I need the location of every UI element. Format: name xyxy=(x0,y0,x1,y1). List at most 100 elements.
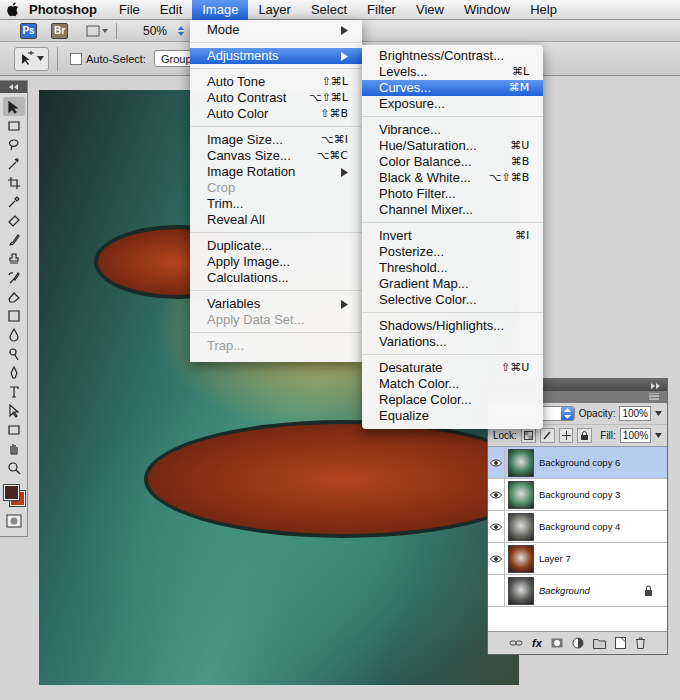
menu-item[interactable]: Match Color... xyxy=(362,376,543,392)
layer-row[interactable]: Background copy 3 xyxy=(488,479,667,511)
tool-button[interactable] xyxy=(3,363,25,382)
menu-bar-item[interactable]: File xyxy=(109,0,150,20)
menu-bar-item[interactable]: Window xyxy=(454,0,520,20)
menu-item[interactable]: Adjustments xyxy=(190,48,362,64)
menu-bar-item[interactable]: View xyxy=(406,0,454,20)
lock-option[interactable] xyxy=(540,428,555,443)
menu-item[interactable]: Desaturate ⇧⌘U xyxy=(362,360,543,376)
app-badge[interactable]: Ps xyxy=(20,23,37,39)
layer-row[interactable]: Background copy 4 xyxy=(488,511,667,543)
visibility-toggle[interactable] xyxy=(488,543,505,574)
tool-button[interactable] xyxy=(3,116,25,135)
menu-item[interactable]: Mode xyxy=(190,22,362,38)
color-swatches[interactable] xyxy=(2,483,26,507)
menu-item[interactable]: Variations... xyxy=(362,334,543,350)
menu-item[interactable]: Vibrance... xyxy=(362,122,543,138)
tool-button[interactable] xyxy=(3,325,25,344)
menu-item[interactable]: Reveal All xyxy=(190,212,362,228)
visibility-toggle[interactable] xyxy=(488,479,505,510)
menu-item[interactable]: Levels... ⌘L xyxy=(362,64,543,80)
menu-item[interactable]: Image Rotation xyxy=(190,164,362,180)
foreground-color[interactable] xyxy=(4,485,19,500)
tool-button[interactable] xyxy=(3,382,25,401)
tool-button[interactable] xyxy=(3,306,25,325)
menu-item[interactable]: Equalize xyxy=(362,408,543,424)
tool-button[interactable] xyxy=(3,249,25,268)
app-badge[interactable]: Br xyxy=(51,23,68,39)
menu-item[interactable]: Gradient Map... xyxy=(362,276,543,292)
new-layer-icon[interactable] xyxy=(615,637,626,649)
menu-item[interactable]: Posterize... xyxy=(362,244,543,260)
apple-icon[interactable] xyxy=(6,2,19,17)
menu-item[interactable]: Replace Color... xyxy=(362,392,543,408)
zoom-stepper-icon[interactable] xyxy=(177,25,185,37)
tool-preset-picker[interactable] xyxy=(14,47,49,71)
trash-icon[interactable] xyxy=(635,637,646,649)
tool-button[interactable] xyxy=(3,192,25,211)
menu-item[interactable]: Trim... xyxy=(190,196,362,212)
menu-item[interactable]: Shadows/Highlights... xyxy=(362,318,543,334)
tool-button[interactable] xyxy=(3,173,25,192)
menu-item[interactable]: Auto Tone ⇧⌘L xyxy=(190,74,362,90)
menu-bar-item[interactable]: Filter xyxy=(357,0,406,20)
tool-button[interactable] xyxy=(3,420,25,439)
tool-button[interactable] xyxy=(3,211,25,230)
menu-item[interactable]: Selective Color... xyxy=(362,292,543,308)
lock-option[interactable] xyxy=(577,428,592,443)
menu-item[interactable]: Curves... ⌘M xyxy=(362,80,543,96)
fill-field[interactable]: 100% xyxy=(620,428,651,443)
adjustment-layer-icon[interactable] xyxy=(572,637,584,649)
layer-row[interactable]: Layer 7 xyxy=(488,543,667,575)
menu-bar-item[interactable]: Edit xyxy=(150,0,192,20)
menu-item[interactable]: Channel Mixer... xyxy=(362,202,543,218)
menu-item[interactable]: Duplicate... xyxy=(190,238,362,254)
menu-item[interactable]: Threshold... xyxy=(362,260,543,276)
menu-item[interactable]: Exposure... xyxy=(362,96,543,112)
tool-button[interactable] xyxy=(3,458,25,477)
menu-item[interactable]: Image Size... ⌥⌘I xyxy=(190,132,362,148)
collapse-icon[interactable] xyxy=(651,383,661,389)
lock-option[interactable] xyxy=(521,428,536,443)
menu-item[interactable]: Hue/Saturation... ⌘U xyxy=(362,138,543,154)
menu-bar-item[interactable]: Image xyxy=(192,0,248,20)
panel-menu-icon[interactable] xyxy=(649,393,661,401)
menu-item[interactable]: Brightness/Contrast... xyxy=(362,48,543,64)
layer-row[interactable]: Background copy 6 xyxy=(488,447,667,479)
tool-button[interactable] xyxy=(3,439,25,458)
fx-button[interactable]: fx xyxy=(532,637,542,649)
tool-button[interactable] xyxy=(3,401,25,420)
arrange-icon[interactable] xyxy=(86,24,108,38)
menu-item[interactable]: Auto Color ⇧⌘B xyxy=(190,106,362,122)
layer-row[interactable]: Background xyxy=(488,575,667,607)
visibility-toggle[interactable] xyxy=(488,447,505,478)
menu-item[interactable]: Calculations... xyxy=(190,270,362,286)
tool-button[interactable] xyxy=(3,135,25,154)
menu-bar-item[interactable]: Layer xyxy=(248,0,301,20)
menu-item[interactable]: Black & White... ⌥⇧⌘B xyxy=(362,170,543,186)
mask-icon[interactable] xyxy=(551,637,563,649)
tool-button[interactable] xyxy=(3,268,25,287)
menu-item[interactable]: Canvas Size... ⌥⌘C xyxy=(190,148,362,164)
lock-option[interactable] xyxy=(559,428,574,443)
tool-button[interactable] xyxy=(3,154,25,173)
menu-item[interactable]: Color Balance... ⌘B xyxy=(362,154,543,170)
tool-button[interactable] xyxy=(3,344,25,363)
link-icon[interactable] xyxy=(509,638,523,648)
auto-select-checkbox[interactable]: Auto-Select: xyxy=(70,53,146,65)
opacity-field[interactable]: 100% xyxy=(619,406,651,421)
tool-button[interactable] xyxy=(3,287,25,306)
tool-button[interactable] xyxy=(3,97,25,116)
menu-item[interactable]: Apply Image... xyxy=(190,254,362,270)
opacity-slider-arrow-icon[interactable] xyxy=(655,411,662,416)
app-menu[interactable]: Photoshop xyxy=(25,2,109,17)
quick-mask-button[interactable] xyxy=(3,511,25,530)
zoom-level[interactable]: 50% xyxy=(125,24,169,38)
folder-icon[interactable] xyxy=(593,638,606,649)
fill-slider-arrow-icon[interactable] xyxy=(655,433,662,438)
menu-item[interactable]: Variables xyxy=(190,296,362,312)
menu-item[interactable]: Invert ⌘I xyxy=(362,228,543,244)
menu-item[interactable]: Auto Contrast ⌥⇧⌘L xyxy=(190,90,362,106)
visibility-toggle[interactable] xyxy=(488,511,505,542)
tool-button[interactable] xyxy=(3,230,25,249)
menu-bar-item[interactable]: Select xyxy=(301,0,357,20)
